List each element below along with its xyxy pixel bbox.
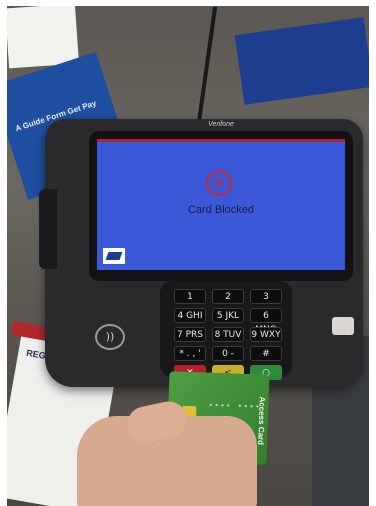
keypad-key[interactable]: 1 (174, 289, 206, 304)
payment-terminal: Verifone ✕ Card Blocked )) 123 4 GHI 5 JKL… (39, 119, 363, 387)
keypad-key[interactable]: 4 GHI (174, 308, 206, 323)
keypad-key[interactable]: * . , ' (174, 346, 206, 361)
brand-label: Verifone (208, 121, 234, 128)
background-paper (7, 6, 80, 69)
keypad-key[interactable]: 3 (250, 289, 282, 304)
screen-bezel: Verifone ✕ Card Blocked (89, 121, 353, 281)
keypad-key[interactable]: 2 (212, 289, 244, 304)
screen-message: Card Blocked (187, 204, 255, 216)
card-emboss: •••• •••• (208, 400, 261, 412)
photo-scene: A Guide Form Get Pay REGISTERED MAIL Ver… (7, 6, 369, 506)
x-circle-icon: ✕ (206, 170, 232, 196)
keypad-key[interactable]: 5 JKL (212, 308, 244, 323)
counter-sign (234, 17, 369, 105)
keypad-key[interactable]: 7 PRS (174, 327, 206, 342)
pin-pad: 123 4 GHI 5 JKL 6 MNO 7 PRS 8 TUV 9 WXY * . , '… (160, 281, 292, 380)
keypad-key[interactable]: 8 TUV (212, 327, 244, 342)
keypad-key[interactable]: 0 - (212, 346, 244, 361)
keypad-grid: 123 4 GHI 5 JKL 6 MNO 7 PRS 8 TUV 9 WXY * . , '… (174, 289, 282, 380)
terminal-screen: ✕ Card Blocked (97, 139, 345, 270)
card-swipe-slot[interactable] (39, 189, 57, 269)
usps-logo (103, 248, 125, 264)
card-label: Access Card (256, 396, 267, 446)
indicator-light (332, 317, 354, 335)
keypad-key[interactable]: 9 WXY (250, 327, 282, 342)
contactless-icon: )) (95, 324, 125, 350)
keypad-key[interactable]: 6 MNO (250, 308, 282, 335)
keypad-key[interactable]: # (250, 346, 282, 361)
